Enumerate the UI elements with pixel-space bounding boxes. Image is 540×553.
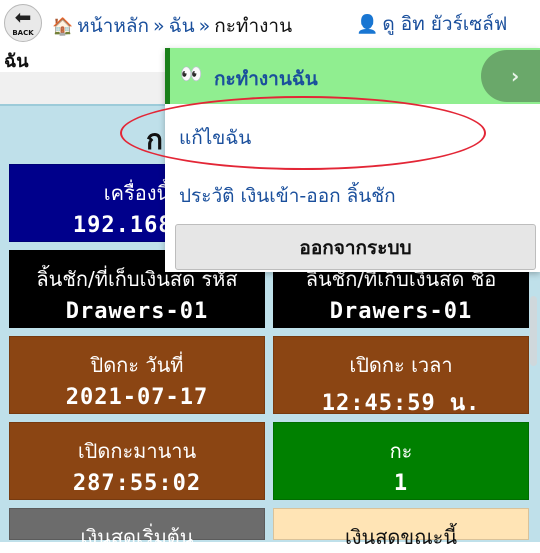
breadcrumb-separator: » [153,15,165,37]
tile-value: 1 [393,471,409,496]
user-icon: 👤 [356,14,379,35]
arrow-left-icon: ⬅ [14,5,32,29]
back-button[interactable]: ⬅ BACK [4,4,42,42]
home-icon[interactable]: 🏠 [52,17,73,37]
tile-label: เปิดกะมานาน [77,439,197,463]
top-nav-bar: ⬅ BACK 🏠 หน้าหลัก» ฉัน» กะทำงาน 👤 ดู อิท ยัว… [0,0,540,48]
menu-item-label: ประวัติ เงินเข้า-ออก ลิ้นชัก [179,185,396,207]
breadcrumb-me[interactable]: ฉัน [169,15,195,37]
tile-shift: กะ 1 [273,422,529,500]
tile-value: Drawers-01 [329,299,473,324]
chevron-right-icon: › [511,64,520,88]
menu-next-button[interactable]: › [481,50,540,102]
scrollbar-thumb[interactable] [530,296,537,366]
tile-close-date: ปิดกะ วันที่ 2021-07-17 [9,336,265,414]
tile-value: 12:45:59 น. [321,391,481,416]
tile-label: ปิดกะ วันที่ [90,353,184,377]
tile-value: 2021-07-17 [65,385,209,410]
breadcrumb-separator: » [198,15,211,37]
highlight-annotation [120,96,486,170]
menu-item-drawer-history[interactable]: ประวัติ เงินเข้า-ออก ลิ้นชัก [165,164,540,222]
menu-header-title[interactable]: กะทำงานฉัน [214,64,318,94]
user-menu[interactable]: 👤 ดู อิท ยัวร์เซล์ฟ [356,9,507,39]
back-label: BACK [12,29,34,37]
tile-label: กะ [389,439,413,463]
breadcrumb-home[interactable]: หน้าหลัก [77,15,149,37]
breadcrumb-overflow: ฉัน [4,51,29,72]
tile-label: เงินสดขณะนี้ [344,525,458,549]
eyes-icon: 👀 [180,64,203,85]
tile-open-time: เปิดกะ เวลา 12:45:59 น. [273,336,529,416]
tile-starting-cash: เงินสดเริ่มต้น [9,508,265,549]
tile-value: 287:55:02 [72,471,202,496]
user-name[interactable]: ดู อิท ยัวร์เซล์ฟ [382,13,507,35]
tile-open-duration: เปิดกะมานาน 287:55:02 [9,422,265,500]
tile-label: เปิดกะ เวลา [349,353,453,377]
logout-button[interactable]: ออกจากระบบ [175,224,536,270]
breadcrumb-current: กะทำงาน [214,15,293,37]
tile-value: Drawers-01 [65,299,209,324]
breadcrumb: 🏠 หน้าหลัก» ฉัน» กะทำงาน [52,11,292,41]
tile-current-cash: เงินสดขณะนี้ [273,508,529,549]
tile-label: เงินสดเริ่มต้น [80,525,194,549]
